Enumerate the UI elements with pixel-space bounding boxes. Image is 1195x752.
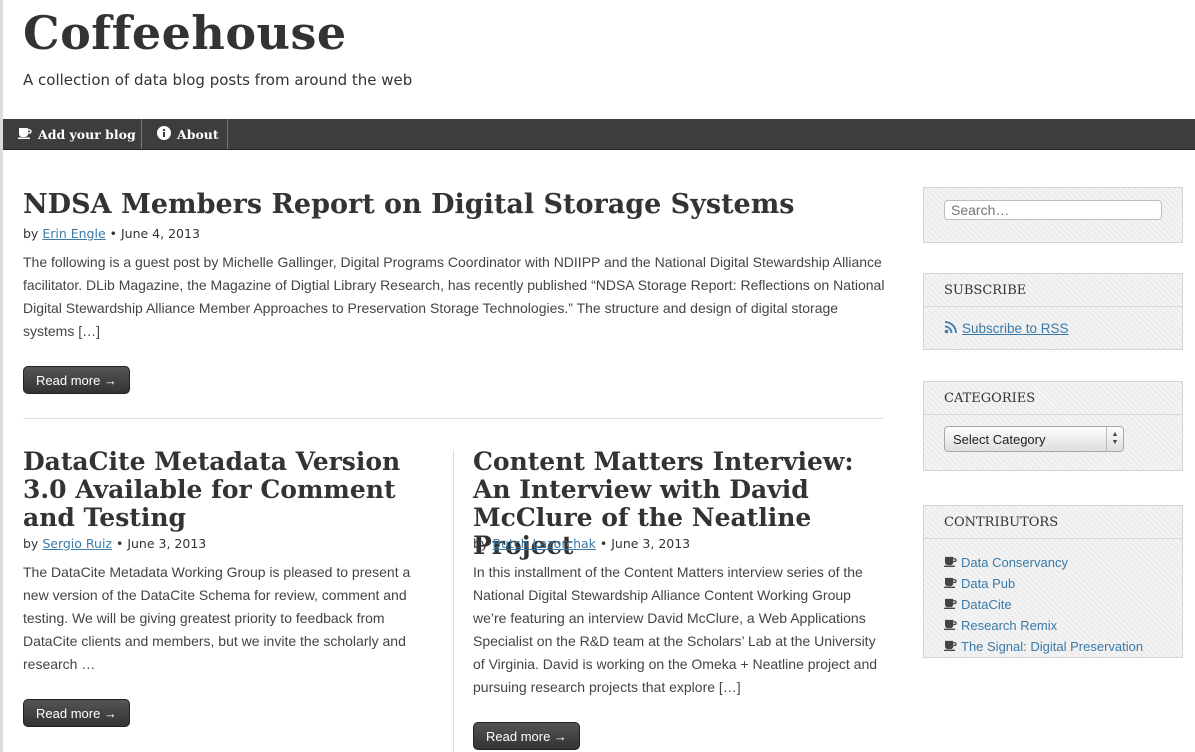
contributor-item[interactable]: The Signal: Digital Preservation xyxy=(944,636,1143,657)
author-link[interactable]: Sergio Ruiz xyxy=(42,536,112,551)
nav-add-your-blog[interactable]: Add your blog xyxy=(3,119,142,149)
byline-prefix: by xyxy=(23,226,39,241)
contributors-list: Data Conservancy Data Pub DataCite Resea… xyxy=(944,552,1143,657)
contributor-item[interactable]: Data Conservancy xyxy=(944,552,1143,573)
post-excerpt: In this installment of the Content Matte… xyxy=(473,564,878,695)
column-divider xyxy=(453,450,454,752)
coffee-cup-icon xyxy=(944,597,957,612)
post-meta: by Sergio Ruiz • June 3, 2013 xyxy=(23,536,207,551)
coffee-cup-icon xyxy=(944,576,957,591)
subscribe-widget: SUBSCRIBE Subscribe to RSS xyxy=(923,273,1183,350)
contributors-widget: CONTRIBUTORS Data Conservancy Data Pub D… xyxy=(923,505,1183,658)
contributor-link[interactable]: Data Conservancy xyxy=(961,555,1068,570)
nav-label: About xyxy=(177,126,219,142)
byline-prefix: by xyxy=(473,536,489,551)
post-meta: by Butch Lazorchak • June 3, 2013 xyxy=(473,536,691,551)
contributor-link[interactable]: DataCite xyxy=(961,597,1012,612)
post-divider xyxy=(23,418,883,419)
post-date: June 4, 2013 xyxy=(120,226,200,241)
select-arrows-icon: ▲ ▼ xyxy=(1106,427,1123,451)
widget-heading: CATEGORIES xyxy=(924,382,1182,415)
search-input[interactable] xyxy=(944,200,1162,220)
post-excerpt: The following is a guest post by Michell… xyxy=(23,254,885,339)
contributor-item[interactable]: DataCite xyxy=(944,594,1143,615)
contributor-link[interactable]: The Signal: Digital Preservation xyxy=(961,639,1143,654)
author-link[interactable]: Butch Lazorchak xyxy=(492,536,596,551)
read-more-button[interactable]: Read more → xyxy=(23,699,130,727)
category-select[interactable]: Select Category ▲ ▼ xyxy=(944,426,1124,452)
rss-icon xyxy=(944,320,962,337)
contributor-link[interactable]: Research Remix xyxy=(961,618,1057,633)
site-description: A collection of data blog posts from aro… xyxy=(23,71,413,89)
widget-heading: CONTRIBUTORS xyxy=(924,506,1182,539)
categories-widget: CATEGORIES Select Category ▲ ▼ xyxy=(923,381,1183,471)
contributor-item[interactable]: Data Pub xyxy=(944,573,1143,594)
contributor-item[interactable]: Research Remix xyxy=(944,615,1143,636)
coffee-cup-icon xyxy=(944,639,957,654)
info-icon xyxy=(157,125,177,143)
site-title[interactable]: Coffeehouse xyxy=(23,6,347,60)
post-date: June 3, 2013 xyxy=(611,536,691,551)
coffee-cup-icon xyxy=(18,127,38,142)
post-excerpt: The DataCite Metadata Working Group is p… xyxy=(23,564,411,672)
coffee-cup-icon xyxy=(944,618,957,633)
author-link[interactable]: Erin Engle xyxy=(42,226,105,241)
left-border xyxy=(0,0,3,752)
main-nav: Add your blog About xyxy=(3,119,1195,150)
search-widget xyxy=(923,187,1183,243)
rss-label: Subscribe to RSS xyxy=(962,321,1069,336)
widget-heading: SUBSCRIBE xyxy=(924,274,1182,307)
nav-about[interactable]: About xyxy=(142,119,228,149)
post-meta: by Erin Engle • June 4, 2013 xyxy=(23,226,200,241)
post-date: June 3, 2013 xyxy=(127,536,207,551)
nav-label: Add your blog xyxy=(38,126,136,142)
coffee-cup-icon xyxy=(944,555,957,570)
read-more-button[interactable]: Read more → xyxy=(473,722,580,750)
contributor-link[interactable]: Data Pub xyxy=(961,576,1015,591)
read-more-button[interactable]: Read more → xyxy=(23,366,130,394)
subscribe-rss-link[interactable]: Subscribe to RSS xyxy=(944,320,1069,337)
category-select-value: Select Category xyxy=(953,431,1046,447)
post-title[interactable]: DataCite Metadata Version 3.0 Available … xyxy=(23,448,433,532)
post-title[interactable]: NDSA Members Report on Digital Storage S… xyxy=(23,191,903,219)
byline-prefix: by xyxy=(23,536,39,551)
